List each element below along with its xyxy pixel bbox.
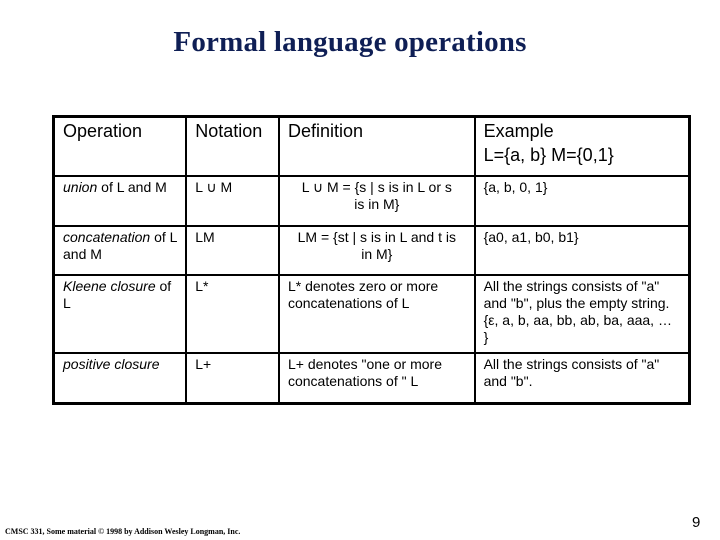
notation-cell: L* xyxy=(185,274,280,354)
operation-rest: of L and M xyxy=(97,179,167,195)
table-row: concatenation of L and M LM LM = {st | s… xyxy=(52,225,691,276)
definition-line: in M} xyxy=(361,246,393,262)
notation-cell: LM xyxy=(185,225,280,276)
definition-line: L ∪ M = {s | s is in L or s xyxy=(301,179,452,195)
table-row: union of L and M L ∪ M L ∪ M = {s | s is… xyxy=(52,175,691,227)
table-row: Kleene closure of L L* L* denotes zero o… xyxy=(52,274,691,354)
definition-line: LM = {st | s is in L and t is xyxy=(297,229,456,245)
notation-cell: L+ xyxy=(185,352,280,405)
table-header-row: Operation Notation Definition Example L=… xyxy=(52,115,691,177)
copyright-footer: CMSC 331, Some material © 1998 by Addiso… xyxy=(5,527,241,536)
operation-cell: positive closure xyxy=(52,352,188,405)
header-example-sets: L={a, b} M={0,1} xyxy=(483,145,614,165)
slide: Formal language operations Operation Not… xyxy=(0,0,720,540)
definition-cell: LM = {st | s is in L and t is in M} xyxy=(277,225,476,276)
operation-cell: Kleene closure of L xyxy=(52,274,188,354)
example-cell: All the strings consists of "a" and "b",… xyxy=(473,274,691,354)
definition-cell: L+ denotes "one or more concatenations o… xyxy=(277,352,476,405)
definition-line: is in M} xyxy=(354,196,400,212)
header-example: Example L={a, b} M={0,1} xyxy=(473,115,691,177)
operation-name: union xyxy=(63,179,98,195)
example-cell: {a0, a1, b0, b1} xyxy=(473,225,691,276)
header-definition: Definition xyxy=(277,115,476,177)
header-notation: Notation xyxy=(185,115,280,177)
slide-title: Formal language operations xyxy=(173,26,527,58)
header-example-label: Example xyxy=(483,121,554,141)
operations-table: Operation Notation Definition Example L=… xyxy=(52,115,691,405)
operation-cell: concatenation of L and M xyxy=(52,225,188,276)
operation-name: Kleene closure xyxy=(63,278,156,294)
definition-cell: L* denotes zero or more concatenations o… xyxy=(277,274,476,354)
example-cell: All the strings consists of "a" and "b". xyxy=(473,352,691,405)
page-number: 9 xyxy=(692,514,701,531)
table-row: positive closure L+ L+ denotes "one or m… xyxy=(52,352,691,405)
example-cell: {a, b, 0, 1} xyxy=(473,175,691,227)
operation-name: concatenation xyxy=(63,229,151,245)
notation-cell: L ∪ M xyxy=(185,175,280,227)
operation-cell: union of L and M xyxy=(52,175,188,227)
operation-name: positive closure xyxy=(63,356,160,372)
header-operation: Operation xyxy=(52,115,188,177)
definition-cell: L ∪ M = {s | s is in L or s is in M} xyxy=(277,175,476,227)
